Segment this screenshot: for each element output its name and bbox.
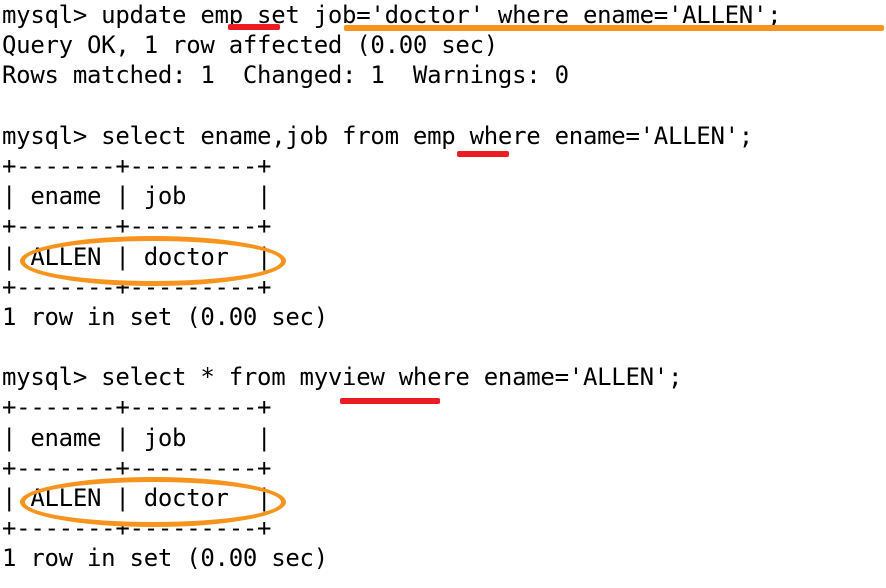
console-line-1: mysql> update emp set job='doctor' where… [2,1,782,29]
console-line-16: +-------+---------+ [2,453,272,482]
console-line-9: | ALLEN | doctor | [2,242,272,271]
console-line-17: | ALLEN | doctor | [2,484,272,512]
console-line-8: +-------+---------+ [2,212,272,241]
console-line-3: Rows matched: 1 Changed: 1 Warnings: 0 [2,61,569,90]
mysql-terminal-window: mysql> update emp set job='doctor' where… [0,0,886,588]
console-line-4 [2,91,886,121]
console-line-13: mysql> select * from myview where ename=… [2,363,683,392]
console-line-10: +-------+---------+ [2,272,272,301]
console-line-7: | ename | job | [2,182,272,211]
console-output: mysql> update emp set job='doctor' where… [2,0,886,574]
console-line-14: +-------+---------+ [2,393,272,422]
console-line-5: mysql> select ename,job from emp where e… [2,121,753,150]
console-line-12 [2,332,886,362]
console-line-15: | ename | job | [2,423,272,452]
console-line-11: 1 row in set (0.00 sec) [2,302,328,331]
console-line-18: +-------+---------+ [2,514,272,543]
console-line-2: Query OK, 1 row affected (0.00 sec) [2,31,498,60]
console-line-19: 1 row in set (0.00 sec) [2,544,328,573]
console-line-6: +-------+---------+ [2,151,272,180]
